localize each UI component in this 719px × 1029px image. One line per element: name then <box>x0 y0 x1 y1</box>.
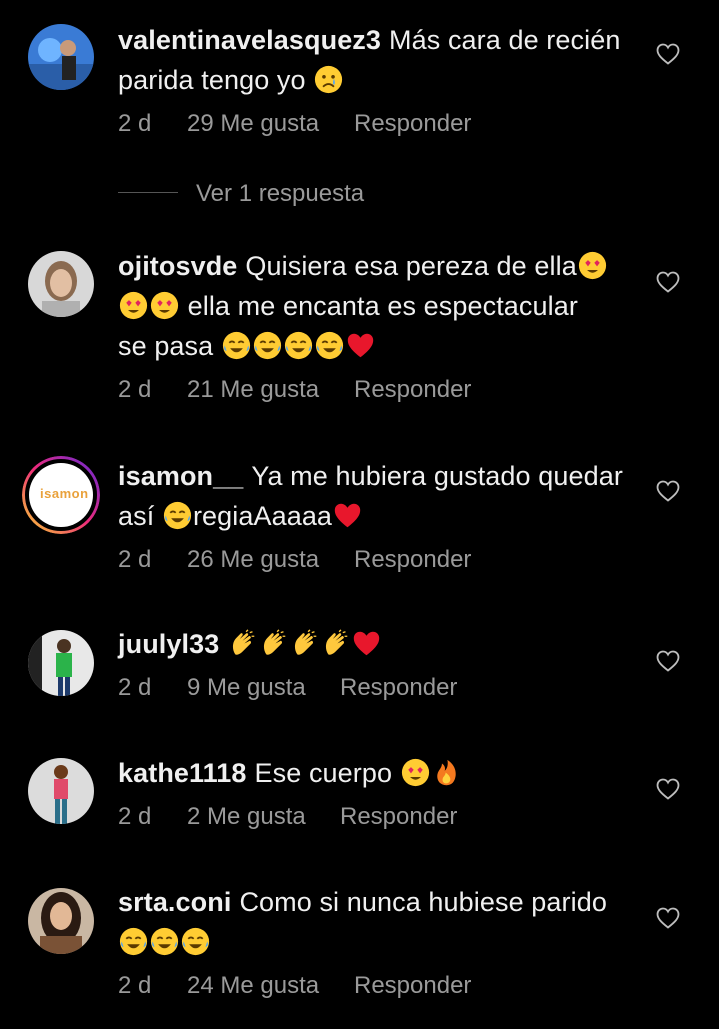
comment-likes[interactable]: 26 Me gusta <box>187 546 319 574</box>
comment-likes[interactable]: 21 Me gusta <box>187 376 319 404</box>
comment-message-line-1: Quisiera esa pereza de ella <box>245 251 577 281</box>
comment-text: isamon__ Ya me hubiera gustado quedar así… <box>118 456 628 536</box>
joy-icon <box>315 331 344 360</box>
comment-username[interactable]: valentinavelasquez3 <box>118 25 381 55</box>
comment-message-cont: así <box>118 501 155 531</box>
comment-time: 2 d <box>118 546 152 573</box>
comment-message-line-3: se pasa <box>118 331 214 361</box>
comment-likes[interactable]: 24 Me gusta <box>187 972 319 1000</box>
joy-icon <box>181 927 210 956</box>
comment-message-line-2: ella me encanta es espectacular <box>187 291 578 321</box>
heart-icon[interactable] <box>656 907 680 929</box>
avatar-logo-text: isamon <box>40 486 89 501</box>
reply-button[interactable]: Responder <box>354 376 471 404</box>
comment-text: srta.coni Como si nunca hubiese parido <box>118 882 628 962</box>
avatar[interactable] <box>28 251 94 317</box>
clapping-hands-icon <box>295 629 317 655</box>
reply-button[interactable]: Responder <box>340 674 457 702</box>
comment-likes[interactable]: 9 Me gusta <box>187 674 306 702</box>
heart-eyes-icon <box>119 291 148 320</box>
comment-time: 2 d <box>118 376 152 403</box>
comment-time: 2 d <box>118 674 152 701</box>
avatar[interactable]: isamon <box>22 456 100 534</box>
comment-message: Como si nunca hubiese parido <box>239 887 607 917</box>
comment-time: 2 d <box>118 972 152 999</box>
comment-meta: 2 d 9 Me gusta Responder <box>118 670 628 710</box>
comment-username[interactable]: ojitosvde <box>118 251 237 281</box>
fire-icon <box>437 759 456 786</box>
reply-button[interactable]: Responder <box>340 803 457 831</box>
joy-icon <box>150 927 179 956</box>
comment-text: juulyl33 <box>118 624 628 664</box>
comment-meta: 2 d 21 Me gusta Responder <box>118 372 628 412</box>
heart-eyes-icon <box>578 251 607 280</box>
view-replies-label[interactable]: Ver 1 respuesta <box>196 180 364 208</box>
red-heart-icon <box>354 631 380 656</box>
comment-message: Ya me hubiera gustado quedar <box>251 461 623 491</box>
red-heart-icon <box>347 333 374 358</box>
comment-likes[interactable]: 2 Me gusta <box>187 803 306 831</box>
heart-icon[interactable] <box>656 650 680 672</box>
comment-likes[interactable]: 29 Me gusta <box>187 110 319 138</box>
comment-time: 2 d <box>118 110 152 137</box>
joy-icon <box>163 501 192 530</box>
comment-username[interactable]: kathe1118 <box>118 758 247 788</box>
heart-icon[interactable] <box>656 480 680 502</box>
heart-icon[interactable] <box>656 271 680 293</box>
avatar[interactable] <box>28 630 94 696</box>
comment-meta: 2 d 24 Me gusta Responder <box>118 968 628 1008</box>
comment-meta: 2 d 26 Me gusta Responder <box>118 542 628 582</box>
reply-button[interactable]: Responder <box>354 546 471 574</box>
comment-message-end: regiaAaaaa <box>192 501 333 531</box>
joy-icon <box>284 331 313 360</box>
reply-button[interactable]: Responder <box>354 972 471 1000</box>
comment-meta: 2 d 29 Me gusta Responder <box>118 106 628 146</box>
reply-button[interactable]: Responder <box>354 110 471 138</box>
comment-username[interactable]: isamon__ <box>118 461 243 491</box>
comment-meta: 2 d 2 Me gusta Responder <box>118 799 628 839</box>
joy-icon <box>253 331 282 360</box>
heart-icon[interactable] <box>656 43 680 65</box>
clapping-hands-icon <box>264 629 286 655</box>
comment-username[interactable]: srta.coni <box>118 887 231 917</box>
clapping-hands-icon <box>233 629 255 655</box>
avatar[interactable] <box>28 24 94 90</box>
comment-username[interactable]: juulyl33 <box>118 629 219 659</box>
comment-time: 2 d <box>118 803 152 830</box>
red-heart-icon <box>334 503 361 528</box>
avatar[interactable] <box>28 758 94 824</box>
comment-text: valentinavelasquez3 Más cara de recién pa… <box>118 20 628 100</box>
joy-icon <box>222 331 251 360</box>
avatar[interactable] <box>28 888 94 954</box>
comment-text: ojitosvde Quisiera esa pereza de ella ell… <box>118 246 628 366</box>
clapping-hands-icon <box>326 629 348 655</box>
heart-eyes-icon <box>401 758 430 787</box>
joy-icon <box>119 927 148 956</box>
comment-text: kathe1118 Ese cuerpo <box>118 753 628 793</box>
crying-face-icon <box>314 65 343 94</box>
heart-eyes-icon <box>150 291 179 320</box>
heart-icon[interactable] <box>656 778 680 800</box>
replies-divider <box>118 192 178 193</box>
comment-message: Ese cuerpo <box>254 758 393 788</box>
